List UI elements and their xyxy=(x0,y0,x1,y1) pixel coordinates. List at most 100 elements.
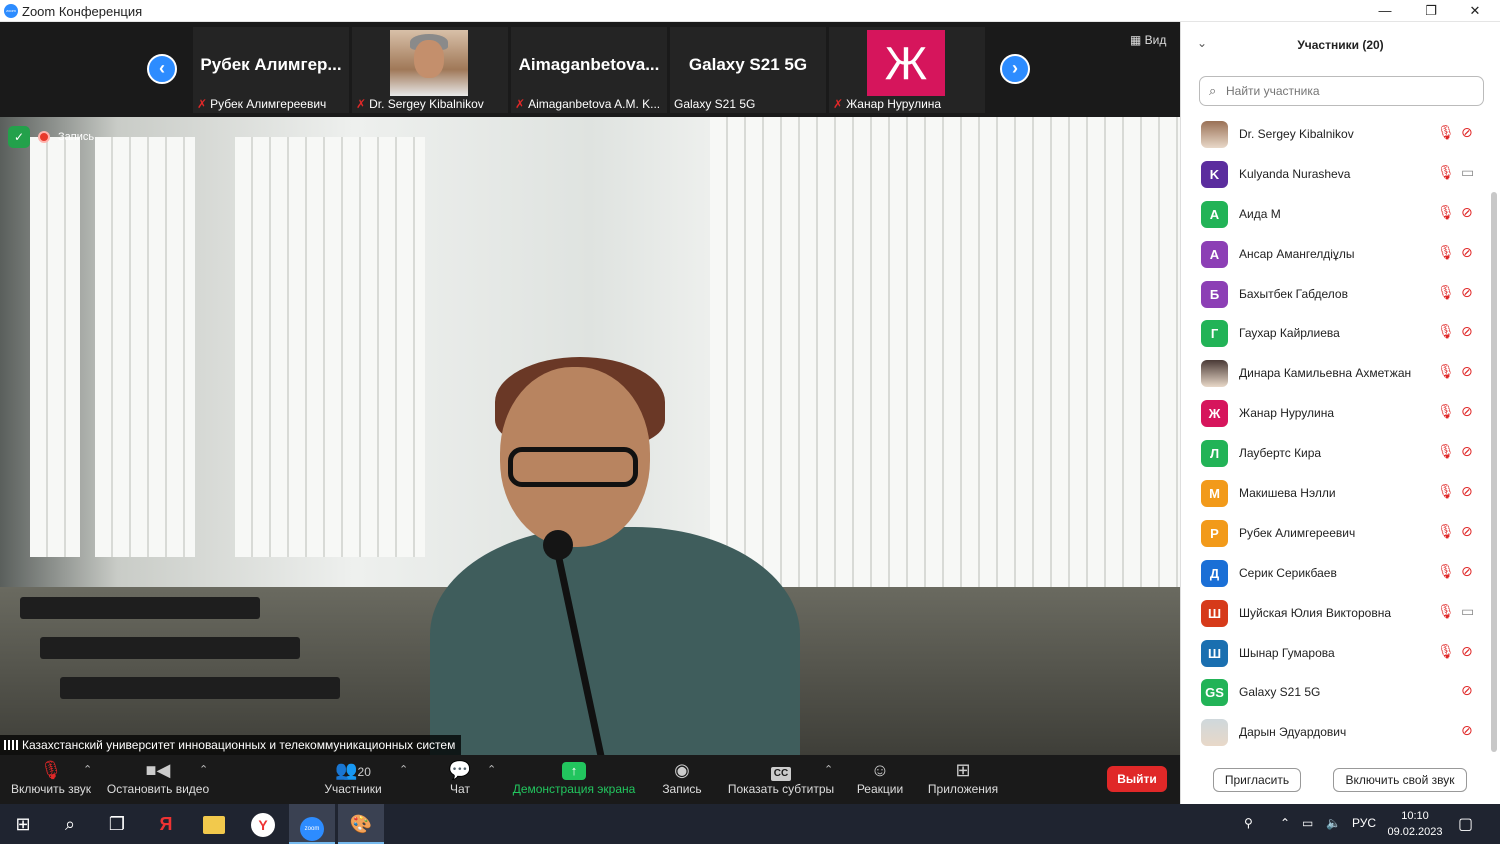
smiley-icon: ☺ xyxy=(870,760,890,780)
participants-button[interactable]: 👥20 Участники xyxy=(320,755,386,804)
participant-name: Galaxy S21 5G xyxy=(1239,685,1321,700)
search-box[interactable]: ⌕ xyxy=(1199,76,1484,106)
maximize-button[interactable]: ❐ xyxy=(1408,0,1454,22)
scrollbar[interactable] xyxy=(1491,192,1497,752)
invite-button[interactable]: Пригласить xyxy=(1213,768,1301,792)
participant-row[interactable]: М Макишева Нэлли 🎙 ⊘ xyxy=(1181,473,1500,513)
minimize-button[interactable]: — xyxy=(1362,0,1408,22)
video-tile[interactable]: Ж ✗ Жанар Нурулина xyxy=(829,27,985,113)
participant-row[interactable]: Дарын Эдуардович ⊘ xyxy=(1181,712,1500,752)
participant-row[interactable]: Д Серик Серикбаев 🎙 ⊘ xyxy=(1181,553,1500,593)
captions-options-chevron-icon[interactable]: ⌃ xyxy=(824,763,833,776)
notifications-icon[interactable]: ▢ xyxy=(1458,814,1473,834)
window-titlebar: zoom Zoom Конференция — ❐ ✕ xyxy=(0,0,1500,22)
yandex-browser-icon[interactable]: Y xyxy=(240,804,286,844)
tile-label: Galaxy S21 5G xyxy=(674,97,755,111)
view-label: Вид xyxy=(1144,33,1167,47)
windows-start-icon[interactable]: ⊞ xyxy=(0,804,46,844)
people-icon[interactable]: ⚲ xyxy=(1244,816,1253,830)
tile-label: ✗ Dr. Sergey Kibalnikov xyxy=(356,97,484,111)
mic-muted-icon: 🎙 xyxy=(39,760,63,780)
prev-page-button[interactable]: ‹ xyxy=(147,54,177,84)
participant-row[interactable]: Б Бахытбек Габделов 🎙 ⊘ xyxy=(1181,274,1500,314)
participants-label: Участники xyxy=(324,782,382,796)
mic-muted-icon: 🎙 xyxy=(1437,602,1455,619)
leave-button[interactable]: Выйти xyxy=(1107,766,1167,792)
search-icon[interactable]: ⌕ xyxy=(47,804,93,844)
video-off-icon: ⊘ xyxy=(1461,283,1473,300)
record-button[interactable]: ◉ Запись xyxy=(656,755,708,804)
avatar xyxy=(1201,121,1228,148)
participant-row[interactable]: Ш Шуйская Юлия Викторовна 🎙 ▭ xyxy=(1181,593,1500,633)
window-title: Zoom Конференция xyxy=(22,4,143,19)
avatar: Ж xyxy=(867,30,945,96)
video-tile[interactable]: Aimaganbetova... ✗ Aimaganbetova A.M. K..… xyxy=(511,27,667,113)
participant-name: Дарын Эдуардович xyxy=(1239,725,1347,740)
tile-label-text: Galaxy S21 5G xyxy=(674,97,756,111)
participant-row[interactable]: Р Рубек Алимгереевич 🎙 ⊘ xyxy=(1181,513,1500,553)
participant-row[interactable]: Ш Шынар Гумарова 🎙 ⊘ xyxy=(1181,633,1500,673)
unmute-me-button[interactable]: Включить свой звук xyxy=(1333,768,1467,792)
close-window-button[interactable]: ✕ xyxy=(1452,0,1498,22)
yandex-icon[interactable]: Я xyxy=(143,804,189,844)
task-view-icon[interactable]: ❐ xyxy=(94,804,140,844)
video-options-chevron-icon[interactable]: ⌃ xyxy=(199,763,208,776)
avatar: Ж xyxy=(1201,400,1228,428)
participant-name: Динара Камильевна Ахметжан xyxy=(1239,366,1412,381)
zoom-taskbar-icon[interactable]: zoom xyxy=(289,804,335,844)
participant-row[interactable]: Ж Жанар Нурулина 🎙 ⊘ xyxy=(1181,393,1500,433)
battery-icon[interactable]: ▭ xyxy=(1302,816,1313,830)
share-arrow-icon: ↑ xyxy=(562,762,586,781)
video-off-icon: ⊘ xyxy=(1461,124,1473,140)
file-explorer-icon[interactable] xyxy=(191,804,237,844)
reactions-button[interactable]: ☺ Реакции xyxy=(854,755,906,804)
clock[interactable]: 10:10 09.02.2023 xyxy=(1380,808,1450,840)
avatar: Б xyxy=(1201,280,1228,308)
participant-name: Рубек Алимгереевич xyxy=(1239,525,1356,540)
tile-label: ✗ Рубек Алимгереевич xyxy=(197,97,326,111)
browser-badge: Y xyxy=(251,813,275,837)
language-indicator[interactable]: РУС xyxy=(1352,816,1376,830)
participant-row[interactable]: А Ансар Амангелдіұлы 🎙 ⊘ xyxy=(1181,234,1500,274)
view-button[interactable]: ▦ Вид xyxy=(1130,33,1166,47)
next-page-button[interactable]: › xyxy=(1000,54,1030,84)
participant-name: Шуйская Юлия Викторовна xyxy=(1239,605,1391,620)
video-off-icon: ⊘ xyxy=(1461,363,1473,380)
video-tile[interactable]: ✗ Dr. Sergey Kibalnikov xyxy=(352,27,508,113)
mic-muted-icon: 🎙 xyxy=(1437,283,1455,300)
participant-row[interactable]: GS Galaxy S21 5G ⊘ xyxy=(1181,672,1500,712)
participant-row[interactable]: Л Лаубертс Кира 🎙 ⊘ xyxy=(1181,433,1500,473)
participants-options-chevron-icon[interactable]: ⌃ xyxy=(399,763,408,776)
recording-indicator[interactable]: ✓ Запись xyxy=(8,126,94,148)
mic-muted-icon: 🎙 xyxy=(1437,443,1455,460)
tile-label-text: Dr. Sergey Kibalnikov xyxy=(369,97,484,111)
participants-count: 20 xyxy=(357,765,371,779)
participant-name: Жанар Нурулина xyxy=(1239,406,1335,421)
apps-button[interactable]: ⊞ Приложения xyxy=(924,755,1002,804)
paint-app-icon[interactable]: 🎨 xyxy=(338,804,384,844)
tray-chevron-icon[interactable]: ⌃ xyxy=(1280,816,1290,830)
clock-time: 10:10 xyxy=(1401,810,1429,822)
participant-row[interactable]: Динара Камильевна Ахметжан 🎙 ⊘ xyxy=(1181,353,1500,393)
chat-options-chevron-icon[interactable]: ⌃ xyxy=(487,763,496,776)
volume-icon[interactable]: 🔈 xyxy=(1326,816,1341,830)
search-input[interactable] xyxy=(1226,81,1476,101)
video-camera-icon: ■◀ xyxy=(145,760,171,780)
audio-options-chevron-icon[interactable]: ⌃ xyxy=(83,763,92,776)
stop-video-button[interactable]: ■◀ Остановить видео xyxy=(106,755,210,804)
participant-row[interactable]: А Аида М 🎙 ⊘ xyxy=(1181,194,1500,234)
tile-label: ✗ Aimaganbetova A.M. K... xyxy=(515,97,660,111)
captions-button[interactable]: CC Показать субтитры xyxy=(726,755,836,804)
participant-row[interactable]: Dr. Sergey Kibalnikov 🎙 ⊘ xyxy=(1181,114,1500,154)
video-tile[interactable]: Galaxy S21 5G Galaxy S21 5G xyxy=(670,27,826,113)
participant-row[interactable]: Г Гаухар Кайрлиева 🎙 ⊘ xyxy=(1181,313,1500,353)
participant-row[interactable]: K Kulyanda Nurasheva 🎙 ▭ xyxy=(1181,154,1500,194)
mic-muted-icon: 🎙 xyxy=(1437,483,1455,500)
video-tile[interactable]: Рубек Алимгер... ✗ Рубек Алимгереевич xyxy=(193,27,349,113)
chat-button[interactable]: 💬 Чат xyxy=(440,755,480,804)
unmute-button[interactable]: 🎙 Включить звук xyxy=(8,755,94,804)
video-camera-icon: ▭ xyxy=(1461,602,1475,619)
avatar: Ш xyxy=(1201,599,1228,627)
security-shield-icon[interactable]: ✓ xyxy=(8,126,30,148)
share-screen-button[interactable]: ↑ Демонстрация экрана xyxy=(510,755,638,804)
